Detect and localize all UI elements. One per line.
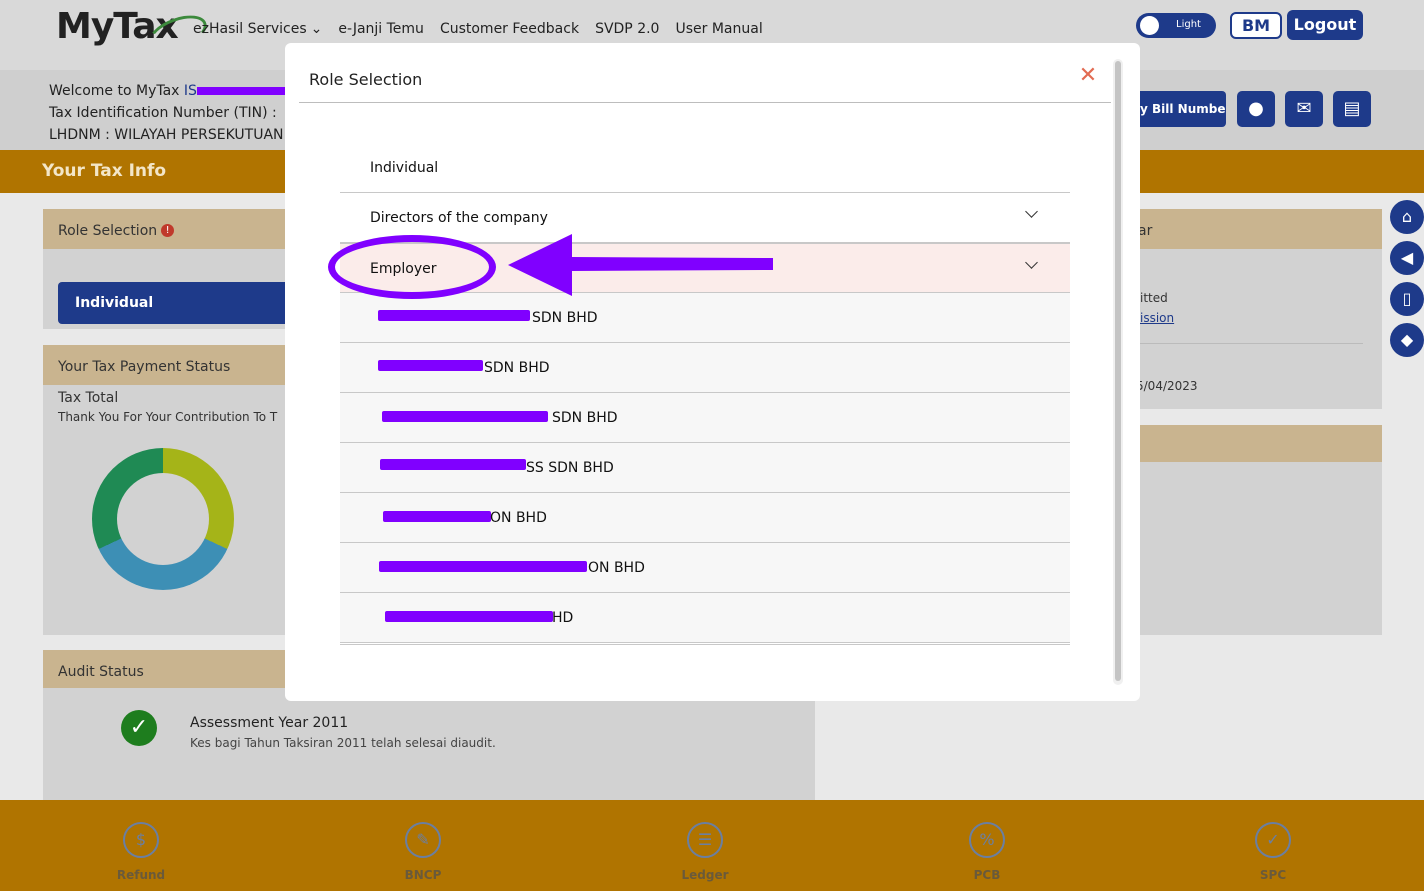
close-icon[interactable]: ✕	[1078, 65, 1098, 87]
chevron-down-icon[interactable]	[1025, 207, 1037, 219]
role-list: Individual Directors of the company Empl…	[340, 143, 1070, 645]
scrollbar-thumb[interactable]	[1115, 61, 1121, 681]
modal-divider	[299, 102, 1111, 103]
role-item-individual[interactable]: Individual	[340, 143, 1070, 193]
employer-item[interactable]: ON BHD	[340, 493, 1070, 543]
role-label: Directors of the company	[370, 210, 548, 226]
highlight-ellipse	[328, 235, 496, 299]
employer-item[interactable]: SDN BHD	[340, 293, 1070, 343]
employer-name: SS SDN BHD	[526, 460, 614, 476]
role-selection-modal: Role Selection ✕ Individual Directors of…	[285, 43, 1140, 701]
role-label: Individual	[370, 160, 439, 176]
employer-name: HD	[552, 610, 574, 626]
employer-name: ON BHD	[588, 560, 645, 576]
modal-scrollbar[interactable]	[1113, 59, 1123, 685]
employer-item[interactable]: HD	[340, 593, 1070, 643]
employer-item[interactable]: SS SDN BHD	[340, 443, 1070, 493]
modal-title: Role Selection	[309, 70, 423, 89]
employer-name: SDN BHD	[552, 410, 618, 426]
list-end-divider	[340, 643, 1070, 645]
chevron-down-icon[interactable]	[1025, 258, 1037, 270]
redaction-mark	[382, 411, 548, 422]
redaction-mark	[378, 310, 530, 321]
employer-name: SDN BHD	[484, 360, 550, 376]
redaction-mark	[379, 561, 587, 572]
employer-item[interactable]: ON BHD	[340, 543, 1070, 593]
employer-name: SDN BHD	[532, 310, 598, 326]
employer-name: ON BHD	[490, 510, 547, 526]
redaction-mark	[378, 360, 483, 371]
employer-item[interactable]: SDN BHD	[340, 393, 1070, 443]
redaction-mark	[383, 511, 491, 522]
highlight-arrow-icon	[508, 234, 773, 296]
redaction-mark	[385, 611, 553, 622]
redaction-mark	[380, 459, 526, 470]
employer-item[interactable]: SDN BHD	[340, 343, 1070, 393]
